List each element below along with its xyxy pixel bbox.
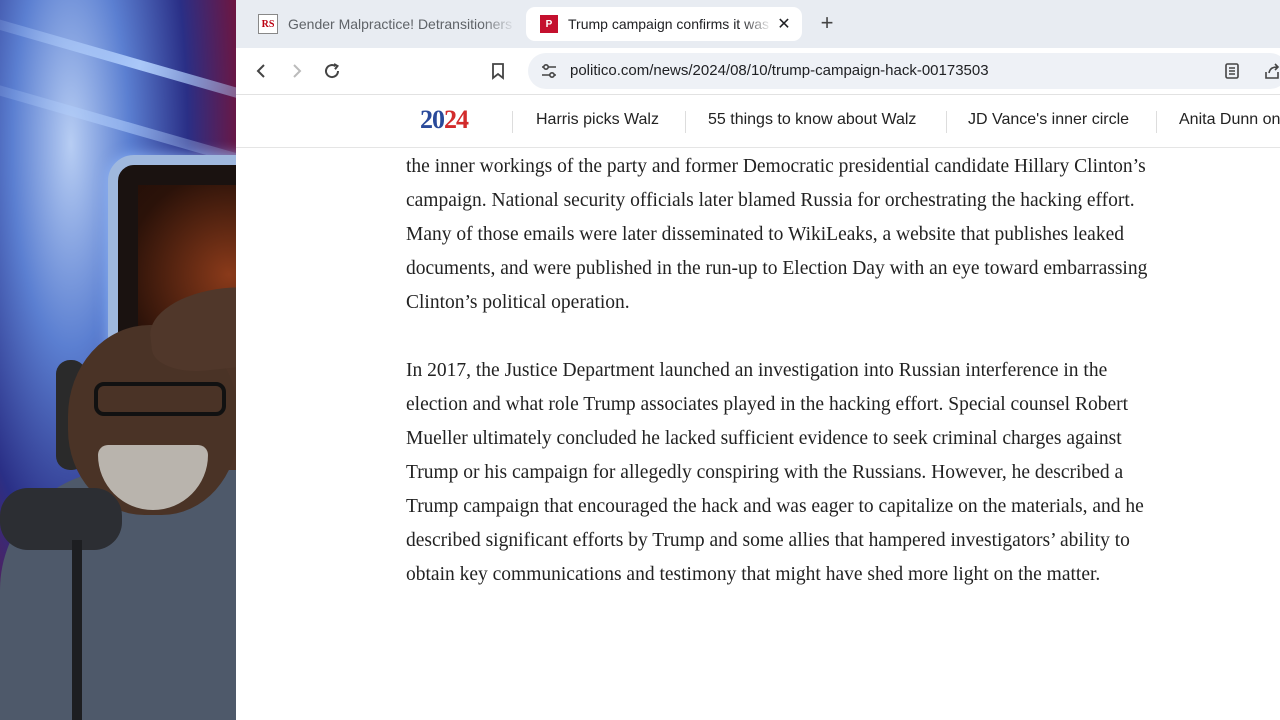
tab-title: Gender Malpractice! Detransitioners: [288, 16, 513, 32]
rs-favicon-icon: RS: [258, 14, 278, 34]
bookmark-icon: [492, 63, 504, 80]
forward-button[interactable]: [282, 57, 310, 85]
article-body: the inner workings of the party and form…: [406, 150, 1166, 626]
nav-divider: [512, 111, 513, 133]
microphone-arm: [72, 540, 82, 720]
nav-link-harris-picks-walz[interactable]: Harris picks Walz: [536, 111, 659, 129]
url-text: politico.com/news/2024/08/10/trump-campa…: [570, 62, 989, 79]
politico-favicon-icon: P: [540, 15, 558, 33]
article-paragraph: the inner workings of the party and form…: [406, 156, 1148, 313]
nav-divider: [1156, 111, 1157, 133]
tab-title: Trump campaign confirms it was hacked: [568, 16, 772, 32]
share-button[interactable]: [1258, 57, 1280, 85]
nav-link-anita-dunn[interactable]: Anita Dunn on: [1179, 111, 1280, 129]
address-bar[interactable]: politico.com/news/2024/08/10/trump-campa…: [528, 53, 1280, 89]
forward-arrow-icon: [293, 64, 302, 78]
share-icon: [1265, 63, 1280, 79]
bookmark-button[interactable]: [484, 57, 512, 85]
election-2024-logo[interactable]: 2024: [420, 105, 469, 135]
back-arrow-icon: [256, 64, 265, 78]
streamer-glasses: [94, 382, 226, 416]
site-info-icon[interactable]: [540, 62, 558, 80]
article-paragraph: In 2017, the Justice Department launched…: [406, 360, 1144, 585]
browser-window: RS Gender Malpractice! Detransitioners P…: [236, 0, 1280, 720]
new-tab-button[interactable]: +: [814, 11, 840, 35]
tab-trump-campaign[interactable]: P Trump campaign confirms it was hacked …: [526, 7, 802, 41]
browser-toolbar: politico.com/news/2024/08/10/trump-campa…: [236, 48, 1280, 95]
tab-strip: RS Gender Malpractice! Detransitioners P…: [236, 0, 1280, 48]
reload-icon: [325, 63, 340, 79]
web-page: 2024 Harris picks Walz 55 things to know…: [236, 95, 1280, 720]
nav-link-55-things-walz[interactable]: 55 things to know about Walz: [708, 111, 916, 129]
reading-mode-button[interactable]: [1218, 57, 1246, 85]
nav-divider: [685, 111, 686, 133]
microphone: [0, 488, 122, 550]
reload-button[interactable]: [318, 57, 346, 85]
close-tab-icon[interactable]: ✕: [772, 14, 796, 34]
nav-link-jd-vance[interactable]: JD Vance's inner circle: [968, 111, 1129, 129]
nav-divider: [946, 111, 947, 133]
tab-gender-malpractice[interactable]: RS Gender Malpractice! Detransitioners: [244, 7, 516, 41]
back-button[interactable]: [248, 57, 276, 85]
politico-topic-nav: 2024 Harris picks Walz 55 things to know…: [236, 95, 1280, 148]
reading-mode-icon: [1225, 63, 1239, 79]
